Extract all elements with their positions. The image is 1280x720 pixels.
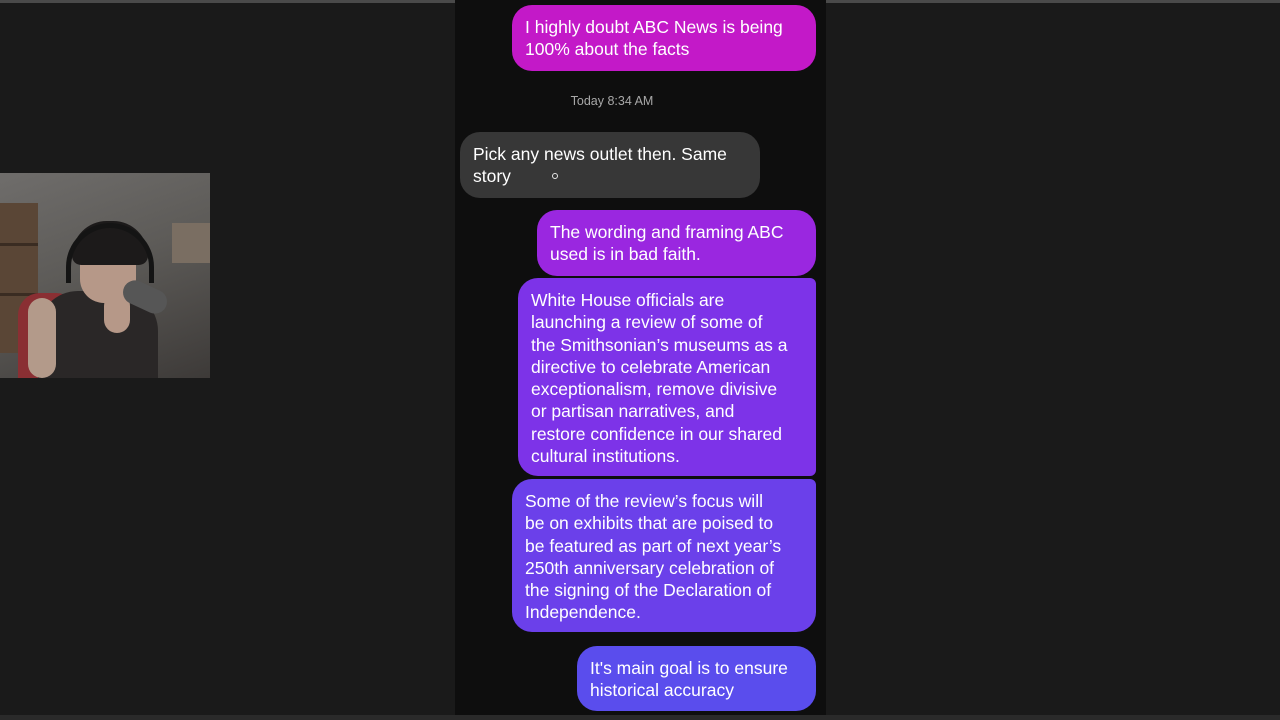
webcam-overlay [0,173,210,378]
message-bubble-sent[interactable]: Some of the review’s focus will be on ex… [512,479,816,632]
cursor-icon [552,173,558,179]
message-timestamp: Today 8:34 AM [570,94,654,108]
message-bubble-sent[interactable]: The wording and framing ABC used is in b… [537,210,816,276]
message-bubble-sent[interactable]: It's main goal is to ensure historical a… [577,646,816,711]
person-arm-image [28,298,56,378]
background-box-image [172,223,210,263]
chat-screen: I highly doubt ABC News is being 100% ab… [455,0,826,715]
bottom-border [0,715,1280,720]
headphones-image [66,223,154,283]
message-bubble-received[interactable]: Pick any news outlet then. Same story [460,132,760,198]
message-bubble-sent[interactable]: White House officials are launching a re… [518,278,816,476]
message-bubble-sent[interactable]: I highly doubt ABC News is being 100% ab… [512,5,816,71]
